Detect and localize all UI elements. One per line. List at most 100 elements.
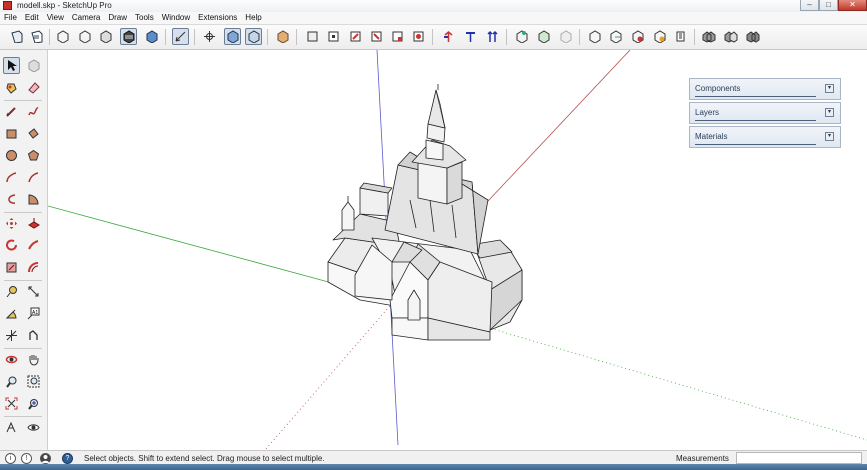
maximize-button[interactable]: □ (819, 0, 838, 11)
tray-panel-components[interactable]: Components ▾ (689, 78, 841, 100)
axes-tool-icon[interactable] (3, 327, 20, 344)
minimize-button[interactable]: – (800, 0, 819, 11)
flip-icon[interactable] (484, 28, 501, 45)
share-component-icon[interactable] (629, 28, 646, 45)
pan-hand-icon[interactable] (25, 351, 42, 368)
main-toolbar (0, 25, 867, 50)
eraser-icon[interactable] (25, 79, 42, 96)
measurements-input[interactable] (736, 452, 862, 464)
right-view-icon[interactable] (368, 28, 385, 45)
measurements-label: Measurements (676, 454, 729, 463)
tray-panel-layers[interactable]: Layers ▾ (689, 102, 841, 124)
rectangle-icon[interactable] (3, 125, 20, 142)
solid-trim-icon[interactable] (744, 28, 761, 45)
expand-layers-icon[interactable]: ▾ (825, 108, 834, 117)
left-view-icon[interactable] (410, 28, 427, 45)
offset-icon[interactable] (25, 259, 42, 276)
iso-view-icon[interactable] (304, 28, 321, 45)
tray-label-layers: Layers (695, 108, 720, 117)
user-account-icon[interactable] (40, 453, 51, 464)
close-button[interactable]: ✕ (838, 0, 867, 11)
previous-view-icon[interactable] (25, 395, 42, 412)
look-around-eye-icon[interactable] (25, 419, 42, 436)
rotate-icon[interactable] (3, 237, 20, 254)
line-pencil-icon[interactable] (3, 103, 20, 120)
top-view-icon[interactable] (325, 28, 342, 45)
front-view-icon[interactable] (347, 28, 364, 45)
tray-panel-materials[interactable]: Materials ▾ (689, 126, 841, 148)
window-controls: – □ ✕ (800, 0, 867, 11)
push-down-icon[interactable] (462, 28, 479, 45)
wireframe-style-icon[interactable] (76, 28, 93, 45)
photo-texture-icon[interactable] (557, 28, 574, 45)
open-file-icon[interactable] (28, 28, 45, 45)
menu-draw[interactable]: Draw (104, 12, 131, 24)
axes-icon[interactable] (172, 28, 189, 45)
stave-church-model[interactable] (327, 84, 523, 341)
section-display-icon[interactable] (245, 28, 262, 45)
section-cut-icon[interactable] (224, 28, 241, 45)
shaded-textures-style-icon[interactable] (143, 28, 160, 45)
dimension-icon[interactable] (25, 283, 42, 300)
new-file-icon[interactable] (8, 28, 25, 45)
add-location-icon[interactable] (513, 28, 530, 45)
toggle-terrain-icon[interactable] (535, 28, 552, 45)
pie-icon[interactable] (25, 191, 42, 208)
move-icon[interactable] (3, 215, 20, 232)
move-up-icon[interactable] (440, 28, 457, 45)
protractor-icon[interactable] (3, 305, 20, 322)
info-icon[interactable]: i (5, 453, 16, 464)
freehand-icon[interactable] (25, 103, 42, 120)
menu-file[interactable]: File (0, 12, 21, 24)
status-message: Select objects. Shift to extend select. … (84, 454, 325, 463)
polygon-icon[interactable] (25, 147, 42, 164)
hidden-line-style-icon[interactable] (97, 28, 114, 45)
follow-me-icon[interactable] (25, 237, 42, 254)
shaded-style-icon[interactable] (120, 28, 137, 45)
help-icon[interactable]: ? (62, 453, 73, 464)
menu-window[interactable]: Window (158, 12, 194, 24)
left-toolbar: A1 (0, 50, 48, 450)
expand-materials-icon[interactable]: ▾ (825, 132, 834, 141)
scale-icon[interactable] (3, 259, 20, 276)
position-camera-icon[interactable] (3, 419, 20, 436)
share-model-icon[interactable] (607, 28, 624, 45)
two-point-arc-icon[interactable] (25, 169, 42, 186)
menu-extensions[interactable]: Extensions (194, 12, 241, 24)
warning-icon[interactable]: ! (21, 453, 32, 464)
zoom-icon[interactable] (3, 373, 20, 390)
circle-icon[interactable] (3, 147, 20, 164)
solid-subtract-icon[interactable] (722, 28, 739, 45)
tape-measure-icon[interactable] (3, 283, 20, 300)
menu-bar: File Edit View Camera Draw Tools Window … (0, 12, 867, 25)
menu-edit[interactable]: Edit (21, 12, 43, 24)
menu-tools[interactable]: Tools (131, 12, 158, 24)
get-models-icon[interactable] (586, 28, 603, 45)
zoom-extents-icon[interactable] (3, 395, 20, 412)
select-arrow-icon[interactable] (3, 57, 20, 74)
rotated-rectangle-icon[interactable] (25, 125, 42, 142)
layout-send-icon[interactable] (672, 28, 689, 45)
three-point-arc-icon[interactable] (3, 191, 20, 208)
extension-warehouse-icon[interactable] (651, 28, 668, 45)
tray-label-materials: Materials (695, 132, 728, 141)
svg-text:A1: A1 (32, 310, 38, 316)
menu-camera[interactable]: Camera (68, 12, 104, 24)
orbit-icon[interactable] (3, 351, 20, 368)
menu-view[interactable]: View (43, 12, 68, 24)
xray-style-icon[interactable] (54, 28, 71, 45)
arc-icon[interactable] (3, 169, 20, 186)
menu-help[interactable]: Help (241, 12, 265, 24)
3d-text-icon[interactable] (25, 327, 42, 344)
solid-union-icon[interactable] (700, 28, 717, 45)
tray-label-components: Components (695, 84, 741, 93)
expand-components-icon[interactable]: ▾ (825, 84, 834, 93)
make-component-icon[interactable] (25, 57, 42, 74)
section-plane-icon[interactable] (201, 28, 218, 45)
push-pull-icon[interactable] (25, 215, 42, 232)
paint-bucket-icon[interactable] (3, 79, 20, 96)
text-tool-icon[interactable]: A1 (25, 305, 42, 322)
component-icon[interactable] (274, 28, 291, 45)
back-view-icon[interactable] (389, 28, 406, 45)
zoom-window-icon[interactable] (25, 373, 42, 390)
